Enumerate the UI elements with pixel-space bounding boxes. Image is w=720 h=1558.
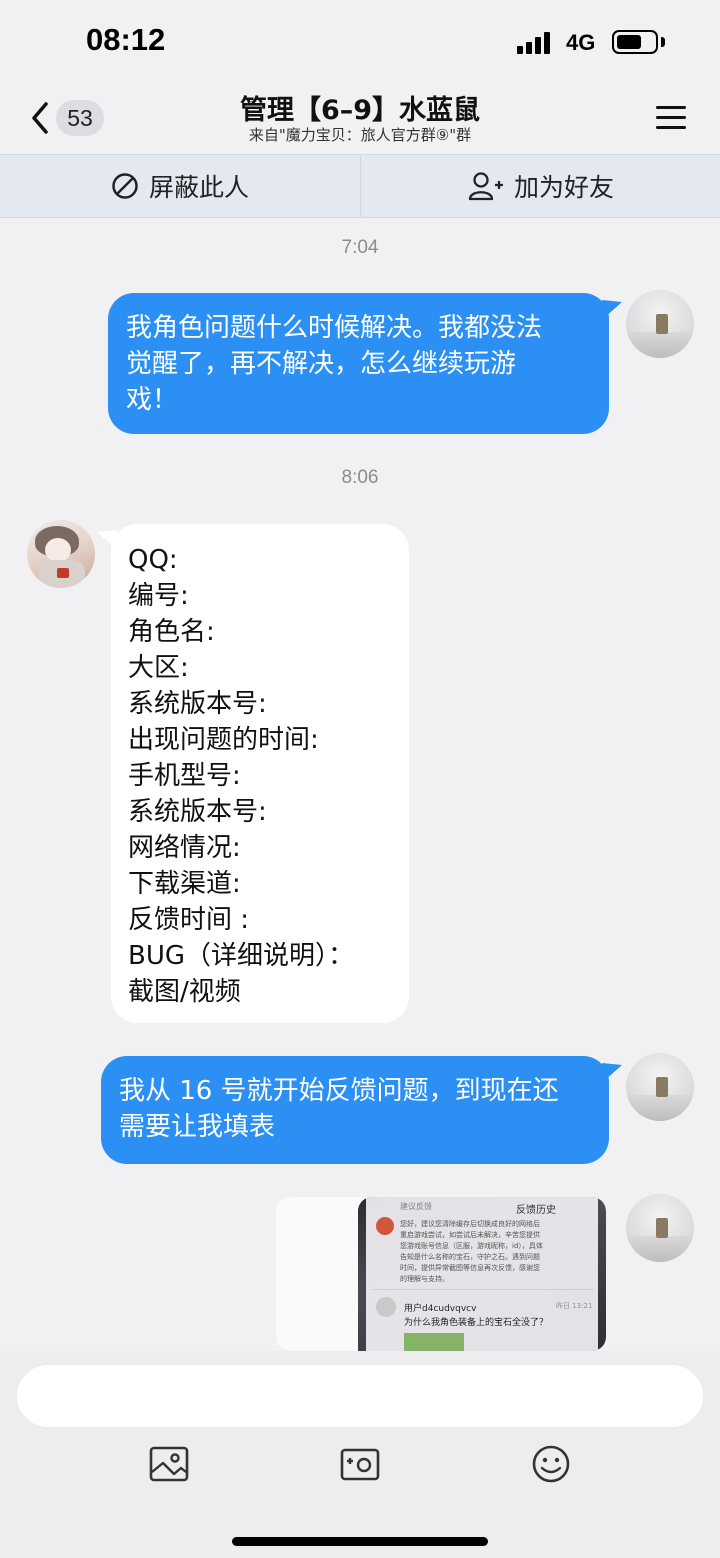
- message-timestamp: 8:06: [341, 467, 379, 488]
- message-line: 觉醒了，再不解决，怎么继续玩游: [126, 349, 517, 379]
- form-line: 手机型号:: [128, 761, 241, 791]
- form-line: 下载渠道:: [128, 869, 241, 899]
- form-line: 角色名:: [128, 617, 215, 647]
- photo-divider: [372, 1289, 594, 1290]
- photo-user-avatar: [376, 1297, 396, 1317]
- battery-icon: [612, 30, 658, 54]
- photo-reply-avatar: [376, 1217, 394, 1235]
- emoji-icon[interactable]: [530, 1443, 572, 1485]
- nav-bar: 53 管理【6–9】水蓝鼠 来自"魔力宝贝：旅人官方群⑨"群: [0, 86, 720, 154]
- back-chevron-icon: [32, 102, 48, 134]
- avatar[interactable]: [27, 520, 95, 588]
- add-friend-icon: [468, 172, 503, 201]
- photo-reply-line: 的理解与支持。: [400, 1275, 449, 1283]
- avatar[interactable]: [626, 1053, 694, 1121]
- chat-title: 管理【6–9】水蓝鼠: [239, 95, 481, 126]
- form-line: 系统版本号:: [128, 797, 267, 827]
- network-type: 4G: [566, 30, 596, 55]
- message-timestamp: 7:04: [341, 237, 379, 258]
- message-input[interactable]: [17, 1365, 703, 1427]
- back-button[interactable]: 53: [28, 96, 108, 140]
- home-indicator[interactable]: [232, 1537, 488, 1546]
- message-line: 需要让我填表: [119, 1112, 276, 1142]
- photo-date: 昨日 13:21: [556, 1302, 593, 1310]
- form-line: BUG（详细说明）：: [128, 941, 355, 971]
- photo-thumbnail: [404, 1333, 464, 1351]
- block-user-button[interactable]: 屏蔽此人: [0, 155, 360, 217]
- input-panel: [0, 1351, 720, 1558]
- outgoing-message-bubble[interactable]: 我从 16 号就开始反馈问题，到现在还 需要让我填表: [101, 1056, 609, 1164]
- form-line: QQ:: [128, 545, 178, 575]
- form-line: 网络情况:: [128, 833, 241, 863]
- avatar[interactable]: [626, 1194, 694, 1262]
- image-message[interactable]: 建议反馈 反馈历史 您好，建议您清除缓存后切换成良好的网络后 重启游戏尝试，如尝…: [276, 1197, 606, 1351]
- incoming-message-bubble[interactable]: QQ: 编号: 角色名: 大区: 系统版本号: 出现问题的时间: 手机型号: 系…: [111, 524, 409, 1023]
- photo-reply-line: 重启游戏尝试，如尝试后未解决，辛苦您提供: [400, 1231, 540, 1239]
- photo-reply-line: 您好，建议您清除缓存后切换成良好的网络后: [400, 1220, 540, 1228]
- chat-subtitle: 来自"魔力宝贝：旅人官方群⑨"群: [248, 126, 472, 144]
- photo-user-name: 用户d4cudvqvcv: [404, 1304, 477, 1314]
- message-line: 戏！: [126, 385, 179, 415]
- message-line: 我角色问题什么时候解决。我都没法: [126, 313, 543, 343]
- outgoing-message-bubble[interactable]: 我角色问题什么时候解决。我都没法 觉醒了，再不解决，怎么继续玩游 戏！: [108, 293, 609, 434]
- form-line: 出现问题的时间:: [128, 725, 319, 755]
- add-friend-button[interactable]: 加为好友: [361, 155, 720, 217]
- photo-tab-label: 建议反馈: [400, 1202, 432, 1211]
- photo-reply-line: 时间，提供异常截图等信息再次反馈，感谢您: [400, 1264, 540, 1272]
- form-line: 编号:: [128, 581, 189, 611]
- bubble-tail: [602, 300, 622, 318]
- photo-reply-line: 告知是什么名称的宝石，守护之石。遇到问题: [400, 1253, 540, 1261]
- status-time: 08:12: [86, 22, 166, 57]
- bubble-tail: [97, 530, 117, 548]
- battery-tip: [661, 37, 665, 47]
- photo-question: 为什么我角色装备上的宝石全没了？: [404, 1318, 549, 1328]
- camera-icon[interactable]: [339, 1443, 381, 1485]
- image-icon[interactable]: [148, 1443, 190, 1485]
- form-line: 截图/视频: [128, 977, 241, 1007]
- block-user-label: 屏蔽此人: [148, 173, 249, 202]
- photo-reply-text: 您好，建议您清除缓存后切换成良好的网络后 重启游戏尝试，如尝试后未解决，辛苦您提…: [400, 1219, 592, 1285]
- status-bar: 08:12 4G: [0, 0, 720, 86]
- avatar[interactable]: [626, 290, 694, 358]
- action-bar: 屏蔽此人 加为好友: [0, 154, 720, 218]
- unread-count-badge: 53: [56, 100, 104, 136]
- signal-icon: [517, 30, 557, 54]
- form-line: 系统版本号:: [128, 689, 267, 719]
- menu-icon[interactable]: [654, 102, 690, 134]
- add-friend-label: 加为好友: [513, 173, 614, 202]
- form-line: 大区:: [128, 653, 189, 683]
- block-icon: [112, 173, 138, 199]
- phone-screen: 建议反馈 反馈历史 您好，建议您清除缓存后切换成良好的网络后 重启游戏尝试，如尝…: [366, 1197, 598, 1351]
- screenshot-photo[interactable]: 建议反馈 反馈历史 您好，建议您清除缓存后切换成良好的网络后 重启游戏尝试，如尝…: [358, 1197, 606, 1351]
- bubble-tail: [602, 1063, 622, 1081]
- form-line: 反馈时间 :: [128, 905, 250, 935]
- message-line: 我从 16 号就开始反馈问题，到现在还: [119, 1076, 559, 1106]
- photo-screen-title: 反馈历史: [516, 1205, 556, 1216]
- photo-reply-line: 您游戏账号信息（区服，游戏昵称，id），具体: [400, 1242, 543, 1250]
